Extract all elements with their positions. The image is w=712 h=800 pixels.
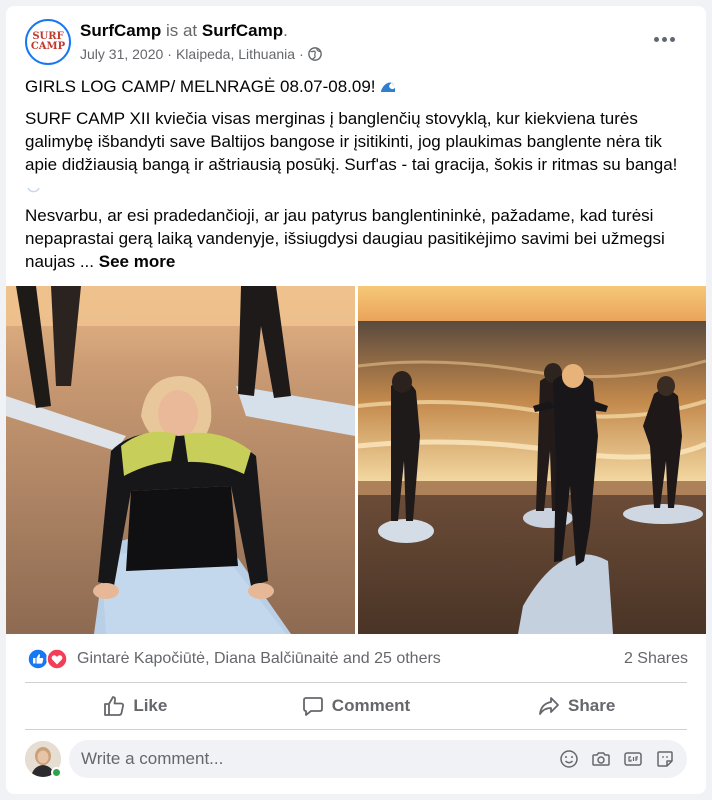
gif-icon[interactable] (623, 749, 643, 769)
reactions-bar: Gintarė Kapočiūtė, Diana Balčiūnaitė and… (6, 642, 706, 678)
comment-label: Comment (331, 696, 411, 715)
reaction-names[interactable]: Gintarė Kapočiūtė, Diana Balčiūnaitė and… (77, 650, 441, 668)
divider (25, 682, 687, 683)
wave-emoji-icon (380, 76, 396, 92)
comment-input[interactable] (81, 740, 551, 778)
shares-count[interactable]: 2 Shares (624, 650, 688, 668)
sticker-icon[interactable] (655, 749, 675, 769)
see-more-link[interactable]: See more (99, 252, 176, 271)
post-header: SURF CAMP SurfCamp is at SurfCamp. July … (6, 6, 706, 74)
moon-emoji-icon (25, 177, 41, 193)
share-label: Share (568, 696, 616, 715)
post-title-line: GIRLS LOG CAMP/ MELNRAGĖ 08.07-08.09! (25, 75, 695, 98)
post-actions: Like Comment Share (25, 686, 687, 726)
like-button[interactable]: Like (25, 686, 246, 726)
comment-box[interactable] (69, 740, 687, 778)
comment-composer (6, 734, 706, 786)
post-paragraph-1: SURF CAMP XII kviečia visas merginas į b… (25, 107, 695, 199)
comment-button[interactable]: Comment (246, 686, 467, 726)
globe-icon[interactable] (307, 47, 322, 61)
post-photo-2[interactable] (358, 286, 706, 634)
logo-text-bottom: CAMP (30, 41, 66, 52)
post-photo-1[interactable] (6, 286, 355, 634)
author-line: SurfCamp is at SurfCamp. (80, 21, 288, 41)
comment-tools (559, 749, 675, 769)
reaction-icons[interactable] (27, 648, 71, 670)
is-at-text: is at (165, 21, 198, 40)
post-meta: July 31, 2020 · Klaipeda, Lithuania · (80, 46, 322, 62)
post-title-text: GIRLS LOG CAMP/ MELNRAGĖ 08.07-08.09! (25, 77, 376, 96)
place-suffix: . (283, 21, 288, 40)
divider (25, 729, 687, 730)
like-label: Like (133, 696, 168, 715)
paragraph-1-text: SURF CAMP XII kviečia visas merginas į b… (25, 109, 678, 174)
camera-icon[interactable] (591, 749, 611, 769)
more-options-icon[interactable] (654, 33, 678, 45)
like-icon (104, 696, 125, 716)
comment-icon (302, 697, 323, 716)
post-location[interactable]: Klaipeda, Lithuania (176, 46, 295, 62)
online-status-dot (51, 767, 62, 778)
meta-separator: · (299, 46, 304, 62)
meta-separator: · (167, 46, 172, 62)
post-paragraph-2: Nesvarbu, ar esi pradedančioji, ar jau p… (25, 204, 695, 273)
post-date[interactable]: July 31, 2020 (80, 46, 163, 62)
post-card: SURF CAMP SurfCamp is at SurfCamp. July … (6, 6, 706, 794)
page-avatar[interactable]: SURF CAMP (25, 19, 71, 65)
emoji-icon[interactable] (559, 749, 579, 769)
author-name[interactable]: SurfCamp (80, 21, 161, 40)
place-link[interactable]: SurfCamp (202, 21, 283, 40)
share-icon (539, 697, 559, 715)
share-button[interactable]: Share (466, 686, 687, 726)
